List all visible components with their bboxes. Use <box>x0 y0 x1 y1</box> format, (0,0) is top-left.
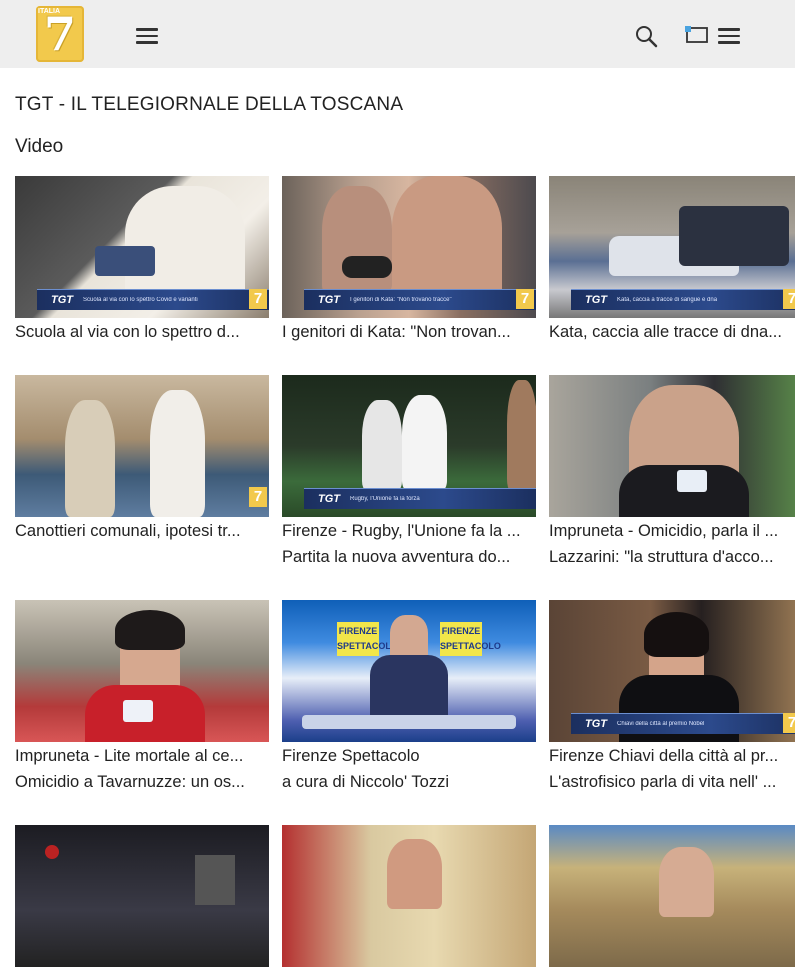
overlay-text: Rugby, l'Unione fa la forza <box>350 496 420 502</box>
video-thumbnail[interactable]: TGT Scuola al via con lo spettro Covid e… <box>15 176 269 318</box>
overlay-badge: TGT <box>585 718 607 730</box>
video-thumbnail[interactable] <box>15 825 269 967</box>
video-title[interactable]: Scuola al via con lo spettro d... <box>15 322 269 342</box>
video-subtitle: L'astrofisico parla di vita nell' ... <box>549 773 777 791</box>
video-thumbnail[interactable] <box>549 375 795 517</box>
video-title[interactable]: Kata, caccia alle tracce di dna... <box>549 322 795 342</box>
studio-sign-right: FIRENZE SPETTACOLO <box>440 622 501 656</box>
video-card[interactable]: TGT I genitori di Kata: "Non trovano tra… <box>282 176 536 342</box>
studio-sign-left: FIRENZE SPETTACOLO <box>337 622 398 656</box>
video-title[interactable]: I genitori di Kata: "Non trovan... <box>282 322 536 342</box>
video-card[interactable]: TGT Scuola al via con lo spettro Covid e… <box>15 176 269 342</box>
video-card[interactable] <box>282 825 536 967</box>
video-overlay-bar: TGT Chiavi della città al premio Nobel 7 <box>571 713 795 734</box>
overlay-text: Scuola al via con lo spettro Covid e var… <box>83 297 198 303</box>
video-card[interactable]: TGT Kata, caccia a tracce di sangue e dn… <box>549 176 795 342</box>
video-thumbnail[interactable] <box>282 825 536 967</box>
app-header: ITALIA 7 <box>0 0 795 68</box>
video-title[interactable]: Canottieri comunali, ipotesi tr... <box>15 521 269 541</box>
video-thumbnail[interactable]: TGT Kata, caccia a tracce di sangue e dn… <box>549 176 795 318</box>
video-subtitle: Partita la nuova avventura do... <box>282 548 511 566</box>
overlay-text: Chiavi della città al premio Nobel <box>617 721 705 727</box>
overlay-badge: TGT <box>585 294 607 306</box>
channel-logo-mark: 7 <box>249 289 267 309</box>
video-thumbnail[interactable]: TGT I genitori di Kata: "Non trovano tra… <box>282 176 536 318</box>
video-subtitle: Lazzarini: "la struttura d'acco... <box>549 548 774 566</box>
video-card[interactable]: TGT Chiavi della città al premio Nobel 7… <box>549 600 795 792</box>
video-subtitle: Omicidio a Tavarnuzze: un os... <box>15 773 245 791</box>
channel-logo-mark: 7 <box>516 289 534 309</box>
more-menu-icon[interactable] <box>718 28 740 44</box>
channel-logo-mark: 7 <box>783 713 795 733</box>
overlay-badge: TGT <box>51 294 73 306</box>
video-title[interactable]: Impruneta - Lite mortale al ce... <box>15 746 269 766</box>
video-overlay-bar: TGT I genitori di Kata: "Non trovano tra… <box>304 289 536 310</box>
video-thumbnail[interactable]: TGT Chiavi della città al premio Nobel 7 <box>549 600 795 742</box>
menu-icon[interactable] <box>136 28 158 44</box>
video-overlay-bar: TGT Kata, caccia a tracce di sangue e dn… <box>571 289 795 310</box>
video-title[interactable]: Firenze - Rugby, l'Unione fa la ... <box>282 521 536 541</box>
section-title: Video <box>15 136 64 157</box>
video-title[interactable]: Firenze Chiavi della città al pr... <box>549 746 795 766</box>
video-overlay-bar: TGT Scuola al via con lo spettro Covid e… <box>37 289 269 310</box>
video-subtitle: a cura di Niccolo' Tozzi <box>282 773 449 791</box>
overlay-badge: TGT <box>318 294 340 306</box>
video-title[interactable]: Impruneta - Omicidio, parla il ... <box>549 521 795 541</box>
logo-number: 7 <box>43 7 76 61</box>
cast-icon[interactable] <box>684 24 710 46</box>
video-card[interactable]: FIRENZE SPETTACOLO FIRENZE SPETTACOLO Fi… <box>282 600 536 792</box>
channel-logo-mark: 7 <box>249 487 267 507</box>
video-card[interactable]: Impruneta - Lite mortale al ce... Omicid… <box>15 600 269 792</box>
video-thumbnail[interactable]: 7 <box>15 375 269 517</box>
video-thumbnail[interactable]: TGT Rugby, l'Unione fa la forza <box>282 375 536 517</box>
video-card[interactable]: 7 Canottieri comunali, ipotesi tr... <box>15 375 269 541</box>
video-card[interactable] <box>549 825 795 967</box>
video-thumbnail[interactable] <box>549 825 795 967</box>
channel-logo-mark: 7 <box>783 289 795 309</box>
video-title[interactable]: Firenze Spettacolo <box>282 746 536 766</box>
overlay-text: Kata, caccia a tracce di sangue e dna <box>617 297 718 303</box>
video-card[interactable]: Impruneta - Omicidio, parla il ... Lazza… <box>549 375 795 567</box>
video-card[interactable] <box>15 825 269 967</box>
video-thumbnail[interactable]: FIRENZE SPETTACOLO FIRENZE SPETTACOLO <box>282 600 536 742</box>
page-title: TGT - IL TELEGIORNALE DELLA TOSCANA <box>15 94 404 115</box>
video-thumbnail[interactable] <box>15 600 269 742</box>
search-icon[interactable] <box>634 24 658 48</box>
video-card[interactable]: TGT Rugby, l'Unione fa la forza Firenze … <box>282 375 536 567</box>
overlay-badge: TGT <box>318 493 340 505</box>
video-overlay-bar: TGT Rugby, l'Unione fa la forza <box>304 488 536 509</box>
italia7-logo[interactable]: ITALIA 7 <box>36 6 84 62</box>
overlay-text: I genitori di Kata: "Non trovano tracce" <box>350 297 452 303</box>
